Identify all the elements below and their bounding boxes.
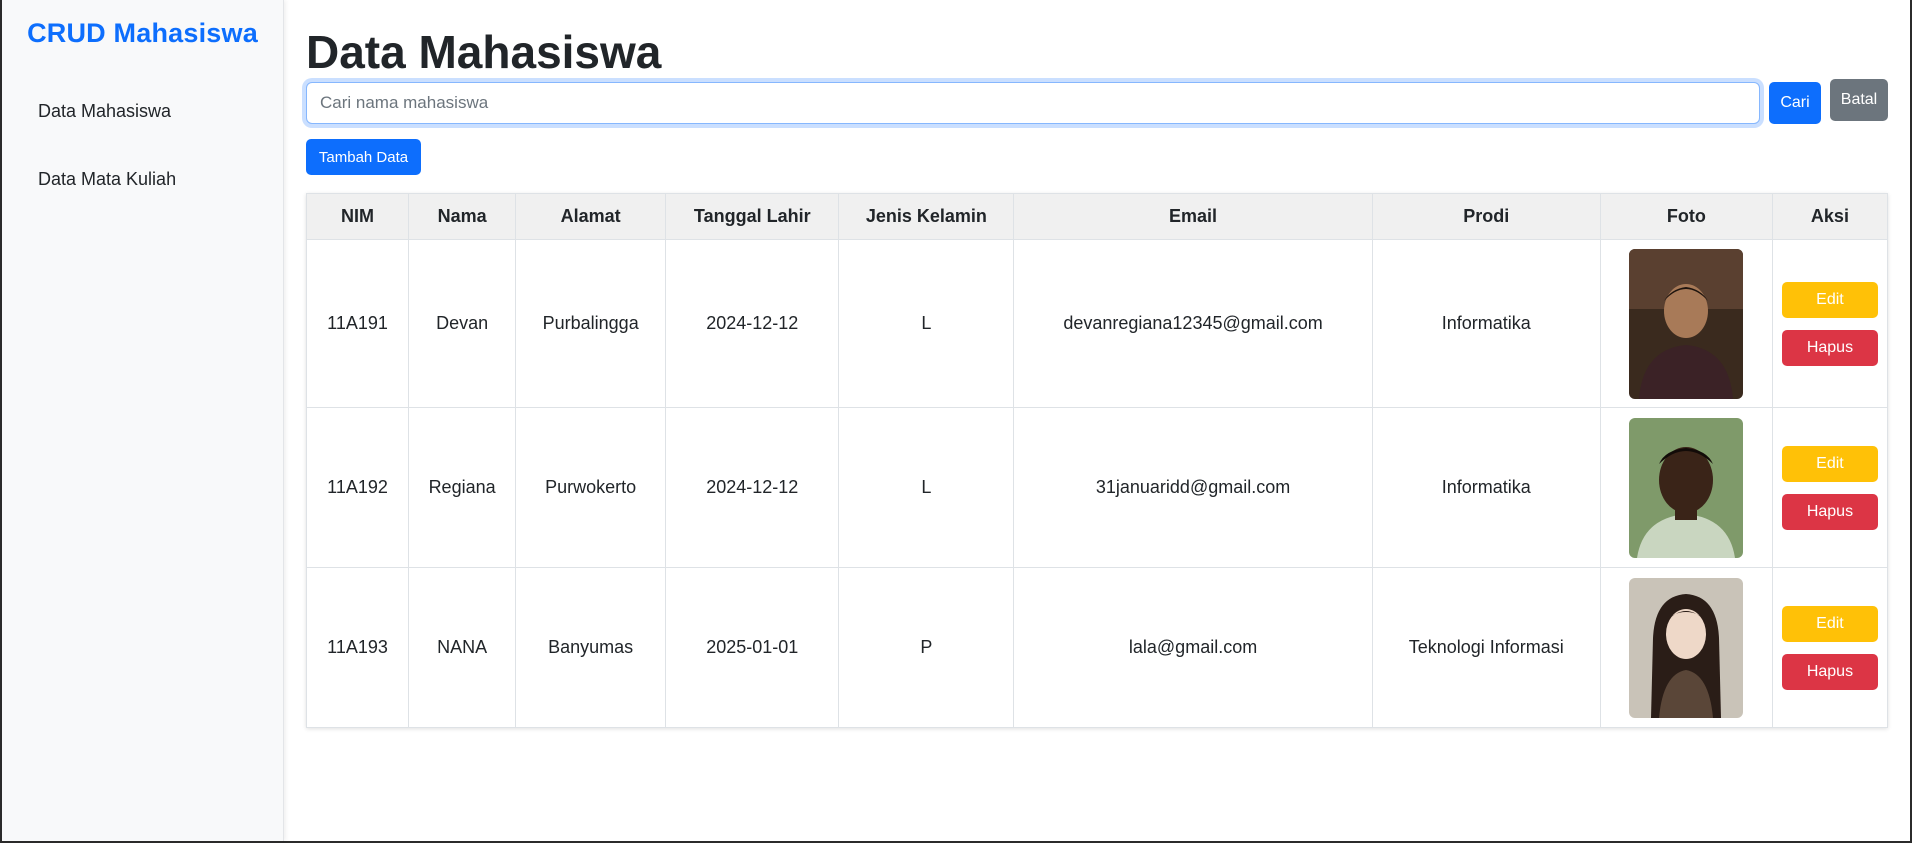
cell-nim: 11A192 xyxy=(305,407,410,568)
table-row: 11A192 Regiana Purwokerto 2024-12-12 L 3… xyxy=(305,407,1889,568)
sidebar-item-data-mata-kuliah[interactable]: Data Mata Kuliah xyxy=(2,145,283,213)
edit-button[interactable]: Edit xyxy=(1781,605,1878,642)
column-header-jenis-kelamin: Jenis Kelamin xyxy=(838,193,1015,240)
delete-button[interactable]: Hapus xyxy=(1781,493,1878,530)
table-header-row: NIM Nama Alamat Tanggal Lahir Jenis Kela… xyxy=(305,193,1889,240)
delete-button[interactable]: Hapus xyxy=(1781,329,1878,366)
cell-foto xyxy=(1599,567,1773,728)
cell-prodi: Informatika xyxy=(1371,407,1601,568)
column-header-prodi: Prodi xyxy=(1371,193,1601,240)
search-button[interactable]: Cari xyxy=(1769,82,1821,124)
search-input[interactable] xyxy=(306,82,1760,124)
cell-jenis-kelamin: L xyxy=(838,239,1015,408)
cell-nim: 11A191 xyxy=(305,239,410,408)
delete-button[interactable]: Hapus xyxy=(1781,653,1878,690)
column-header-alamat: Alamat xyxy=(515,193,667,240)
search-bar: Cari Batal xyxy=(306,79,1888,124)
column-header-aksi: Aksi xyxy=(1771,193,1889,240)
cell-nama: Devan xyxy=(408,239,517,408)
student-photo-nana xyxy=(1629,577,1744,718)
cell-jenis-kelamin: P xyxy=(838,567,1015,728)
sidebar-item-data-mahasiswa[interactable]: Data Mahasiswa xyxy=(2,77,283,145)
cell-email: lala@gmail.com xyxy=(1013,567,1373,728)
table-row: 11A193 NANA Banyumas 2025-01-01 P lala@g… xyxy=(305,567,1889,728)
cell-aksi: Edit Hapus xyxy=(1771,567,1889,728)
cell-tanggal-lahir: 2025-01-01 xyxy=(665,567,840,728)
column-header-email: Email xyxy=(1013,193,1373,240)
app-window: CRUD Mahasiswa Data Mahasiswa Data Mata … xyxy=(0,0,1912,843)
cell-aksi: Edit Hapus xyxy=(1771,239,1889,408)
cell-nama: Regiana xyxy=(408,407,517,568)
cell-alamat: Purwokerto xyxy=(515,407,667,568)
cell-jenis-kelamin: L xyxy=(838,407,1015,568)
cell-email: 31januaridd@gmail.com xyxy=(1013,407,1373,568)
main-content: Data Mahasiswa Cari Batal Tambah Data NI… xyxy=(284,0,1910,841)
column-header-foto: Foto xyxy=(1599,193,1773,240)
column-header-nama: Nama xyxy=(408,193,517,240)
cell-foto xyxy=(1599,407,1773,568)
column-header-nim: NIM xyxy=(305,193,410,240)
cell-alamat: Banyumas xyxy=(515,567,667,728)
column-header-tanggal-lahir: Tanggal Lahir xyxy=(665,193,840,240)
add-data-button[interactable]: Tambah Data xyxy=(306,139,421,175)
cell-nama: NANA xyxy=(408,567,517,728)
edit-button[interactable]: Edit xyxy=(1781,281,1878,318)
sidebar: CRUD Mahasiswa Data Mahasiswa Data Mata … xyxy=(2,0,284,841)
cell-alamat: Purbalingga xyxy=(515,239,667,408)
student-table: NIM Nama Alamat Tanggal Lahir Jenis Kela… xyxy=(305,193,1889,728)
brand-title: CRUD Mahasiswa xyxy=(27,18,258,48)
edit-button[interactable]: Edit xyxy=(1781,445,1878,482)
cell-tanggal-lahir: 2024-12-12 xyxy=(665,407,840,568)
page-title: Data Mahasiswa xyxy=(306,26,662,78)
table-row: 11A191 Devan Purbalingga 2024-12-12 L de… xyxy=(305,239,1889,408)
cell-foto xyxy=(1599,239,1773,408)
cell-prodi: Teknologi Informasi xyxy=(1371,567,1601,728)
cell-tanggal-lahir: 2024-12-12 xyxy=(665,239,840,408)
student-photo-devan xyxy=(1629,248,1744,399)
cell-aksi: Edit Hapus xyxy=(1771,407,1889,568)
cell-prodi: Informatika xyxy=(1371,239,1601,408)
student-photo-regiana xyxy=(1629,417,1744,558)
cell-nim: 11A193 xyxy=(305,567,410,728)
cell-email: devanregiana12345@gmail.com xyxy=(1013,239,1373,408)
cancel-search-button[interactable]: Batal xyxy=(1830,79,1888,121)
